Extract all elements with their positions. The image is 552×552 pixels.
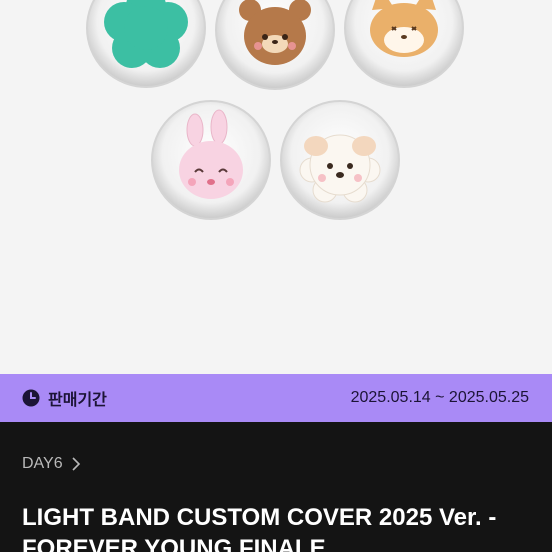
fox-badge — [344, 0, 464, 88]
clock-icon — [22, 389, 40, 407]
sale-period-label-group: 판매기간 — [22, 386, 107, 410]
artist-link[interactable]: DAY6 — [22, 455, 81, 473]
chevron-right-icon — [71, 457, 81, 471]
product-detail: DAY6 LIGHT BAND CUSTOM COVER 2025 Ver. -… — [0, 422, 552, 552]
sale-period-dates: 2025.05.14 ~ 2025.05.25 — [350, 389, 529, 406]
sale-period-label: 판매기간 — [48, 390, 107, 409]
product-title: LIGHT BAND CUSTOM COVER 2025 Ver. - FORE… — [22, 504, 497, 552]
product-image-area — [0, 0, 552, 374]
puppy-badge — [280, 100, 400, 220]
product-badges-illustration — [86, 0, 464, 220]
teal-flower-badge — [86, 0, 206, 88]
bear-badge — [215, 0, 335, 90]
sale-period-bar: 판매기간 2025.05.14 ~ 2025.05.25 — [0, 374, 552, 422]
bunny-badge — [151, 100, 271, 220]
artist-name: DAY6 — [22, 455, 63, 472]
